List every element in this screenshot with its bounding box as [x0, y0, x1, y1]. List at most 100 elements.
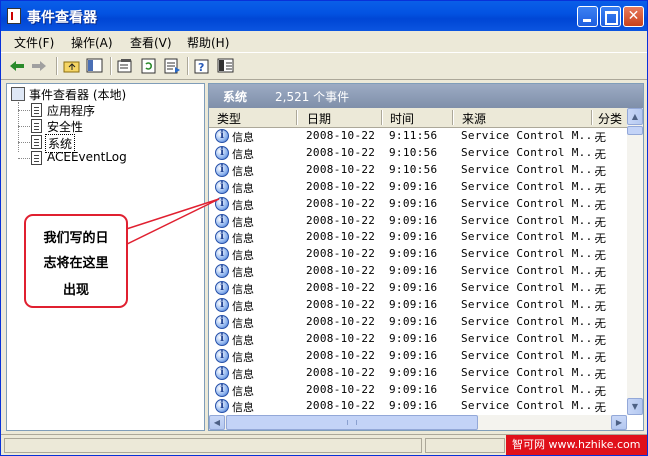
table-row[interactable]: i 信息 2008-10-22 9:09:16 Service Control M...… [209, 280, 627, 297]
maximize-button[interactable] [600, 6, 621, 27]
column-separator[interactable] [381, 110, 383, 125]
toolbar: ? [1, 52, 647, 80]
cell-category: 无 [595, 300, 606, 313]
cell-date: 2008-10-22 [306, 348, 376, 362]
cell-date: 2008-10-22 [306, 129, 376, 142]
properties-icon[interactable] [117, 58, 135, 74]
scroll-down-button[interactable]: ▼ [627, 398, 643, 415]
cell-date: 2008-10-22 [306, 365, 376, 379]
table-row[interactable]: i 信息 2008-10-22 9:10:56 Service Control M...… [209, 162, 627, 179]
table-row[interactable]: i 信息 2008-10-22 9:09:16 Service Control M...… [209, 179, 627, 196]
cell-time: 9:09:16 [389, 348, 438, 362]
cell-date: 2008-10-22 [306, 162, 376, 176]
cell-category: 无 [595, 232, 606, 246]
column-separator[interactable] [591, 110, 593, 125]
tree-item-application[interactable]: 应用程序 [18, 102, 188, 118]
cell-date: 2008-10-22 [306, 264, 376, 278]
minimize-icon [583, 19, 591, 22]
cell-category: 无 [595, 249, 606, 263]
cell-source: Service Control M... [461, 129, 600, 142]
horizontal-scrollbar[interactable]: ◀ ▶ [209, 415, 627, 430]
tree-item-system[interactable]: 系统 [18, 134, 188, 153]
tree-item-security[interactable]: 安全性 [18, 118, 188, 134]
tree-item-label: 安全性 [47, 120, 84, 134]
close-button[interactable]: ✕ [623, 6, 644, 27]
tree-connector [18, 110, 30, 111]
cell-time: 9:09:16 [389, 399, 438, 413]
column-header-type[interactable]: 类型 [217, 110, 241, 127]
cell-type: 信息 [232, 181, 254, 195]
cell-source: Service Control M... [461, 162, 600, 176]
scroll-right-button[interactable]: ▶ [611, 415, 627, 430]
vertical-scrollbar[interactable]: ▲ ▼ [627, 108, 643, 415]
information-icon: i [215, 247, 229, 262]
cell-date: 2008-10-22 [306, 298, 376, 311]
refresh-icon[interactable] [140, 58, 158, 74]
up-folder-icon[interactable] [63, 58, 81, 74]
table-row[interactable]: i 信息 2008-10-22 9:09:16 Service Control M...… [209, 314, 627, 331]
scroll-left-button[interactable]: ◀ [209, 415, 225, 430]
cell-source: Service Control M... [461, 382, 600, 396]
information-icon: i [215, 382, 229, 397]
cell-source: Service Control M... [461, 264, 600, 278]
minimize-button[interactable] [577, 6, 598, 27]
table-row[interactable]: i 信息 2008-10-22 9:09:16 Service Control M...… [209, 196, 627, 213]
table-row[interactable]: i 信息 2008-10-22 9:11:56 Service Control M...… [209, 128, 627, 145]
cell-time: 9:10:56 [389, 145, 438, 159]
show-tree-icon[interactable] [86, 58, 104, 74]
log-icon [31, 119, 42, 133]
menu-help[interactable]: 帮助(H) [187, 34, 229, 51]
information-icon: i [215, 179, 229, 194]
information-icon: i [215, 365, 229, 380]
menu-file[interactable]: 文件(F) [14, 34, 54, 51]
event-list: i 信息 2008-10-22 9:11:56 Service Control M...… [209, 128, 627, 415]
table-row[interactable]: i 信息 2008-10-22 9:10:56 Service Control M...… [209, 145, 627, 162]
information-icon: i [215, 264, 229, 279]
table-row[interactable]: i 信息 2008-10-22 9:09:16 Service Control M...… [209, 246, 627, 263]
column-separator[interactable] [296, 110, 298, 125]
table-row[interactable]: i 信息 2008-10-22 9:09:16 Service Control M...… [209, 382, 627, 399]
cell-source: Service Control M... [461, 298, 600, 311]
cell-date: 2008-10-22 [306, 281, 376, 295]
table-row[interactable]: i 信息 2008-10-22 9:09:16 Service Control M...… [209, 348, 627, 365]
table-row[interactable]: i 信息 2008-10-22 9:09:16 Service Control M...… [209, 297, 627, 314]
export-list-icon[interactable] [163, 58, 181, 74]
tree-item-aceeventlog[interactable]: ACEEventLog [18, 150, 188, 166]
cell-type: 信息 [232, 384, 254, 398]
column-header-row: 类型 日期 时间 来源 分类 [209, 108, 627, 128]
table-row[interactable]: i 信息 2008-10-22 9:09:16 Service Control M...… [209, 365, 627, 382]
tree-connector [18, 158, 30, 159]
cell-category: 无 [595, 131, 606, 144]
information-icon: i [215, 314, 229, 329]
table-row[interactable]: i 信息 2008-10-22 9:09:16 Service Control M...… [209, 229, 627, 246]
column-separator[interactable] [452, 110, 454, 125]
cell-type: 信息 [232, 401, 254, 415]
column-header-time[interactable]: 时间 [390, 110, 414, 127]
menu-action[interactable]: 操作(A) [71, 34, 113, 51]
table-row[interactable]: i 信息 2008-10-22 9:09:16 Service Control M...… [209, 331, 627, 348]
log-header: 系统 2,521 个事件 [209, 84, 643, 108]
horizontal-scroll-thumb[interactable] [226, 415, 478, 430]
back-icon[interactable] [8, 58, 26, 74]
cell-time: 9:09:16 [389, 247, 438, 261]
vertical-scroll-thumb[interactable] [627, 126, 643, 135]
computer-icon [11, 87, 25, 101]
cell-time: 9:09:16 [389, 314, 438, 328]
scroll-up-button[interactable]: ▲ [627, 108, 643, 125]
table-row[interactable]: i 信息 2008-10-22 9:09:16 Service Control M...… [209, 213, 627, 230]
table-row[interactable]: i 信息 2008-10-22 9:09:16 Service Control M...… [209, 263, 627, 280]
column-header-category[interactable]: 分类 [598, 110, 622, 127]
title-bar[interactable]: 事件查看器 ✕ [1, 1, 647, 31]
forward-icon[interactable] [30, 58, 48, 74]
table-row[interactable]: i 信息 2008-10-22 9:09:16 Service Control M...… [209, 398, 627, 415]
column-header-source[interactable]: 来源 [462, 110, 486, 127]
cell-time: 9:09:16 [389, 281, 438, 295]
cell-source: Service Control M... [461, 365, 600, 379]
cell-date: 2008-10-22 [306, 213, 376, 227]
information-icon: i [215, 298, 229, 312]
help-icon[interactable]: ? [194, 58, 212, 74]
column-header-date[interactable]: 日期 [307, 110, 331, 127]
console-icon[interactable] [217, 58, 235, 74]
menu-view[interactable]: 查看(V) [130, 34, 172, 51]
callout-line: 我们写的日 [43, 231, 109, 246]
